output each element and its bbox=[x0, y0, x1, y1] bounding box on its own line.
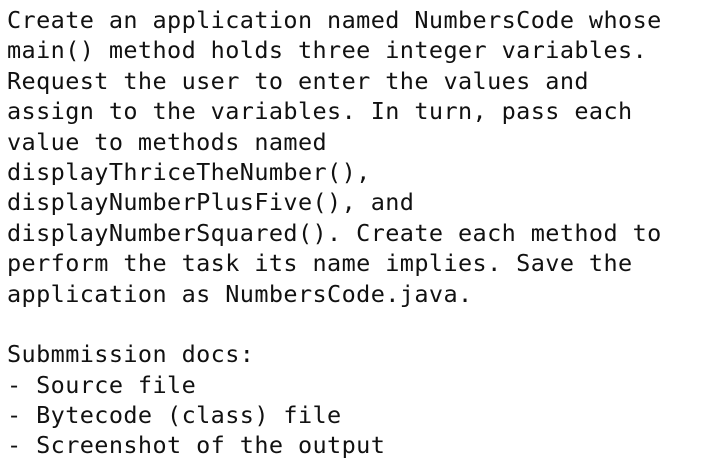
paragraph-line: value to methods named bbox=[7, 127, 328, 156]
paragraph-line: Create an application named NumbersCode … bbox=[7, 6, 662, 34]
submission-item: - Bytecode (class) file bbox=[7, 401, 342, 430]
submission-item: - Screenshot of the output bbox=[7, 431, 386, 460]
paragraph-line: displayNumberPlusFive(), and bbox=[7, 188, 415, 217]
paragraph-line: assign to the variables. In turn, pass e… bbox=[7, 97, 633, 126]
paragraph-line: Request the user to enter the values and bbox=[7, 66, 589, 95]
paragraph-line: application as NumbersCode.java. bbox=[7, 279, 473, 308]
paragraph-line: main() method holds three integer variab… bbox=[7, 36, 648, 65]
paragraph-line: perform the task its name implies. Save … bbox=[7, 249, 633, 278]
paragraph-line: displayThriceTheNumber(), bbox=[7, 157, 371, 186]
submission-section: Submmission docs: - Source file - Byteco… bbox=[7, 339, 715, 461]
assignment-paragraph: Create an application named NumbersCode … bbox=[7, 5, 715, 309]
submission-item: - Source file bbox=[7, 370, 197, 399]
assignment-text: Create an application named NumbersCode … bbox=[7, 5, 715, 461]
submission-heading: Submmission docs: bbox=[7, 340, 255, 369]
paragraph-line: displayNumberSquared(). Create each meth… bbox=[7, 218, 662, 247]
